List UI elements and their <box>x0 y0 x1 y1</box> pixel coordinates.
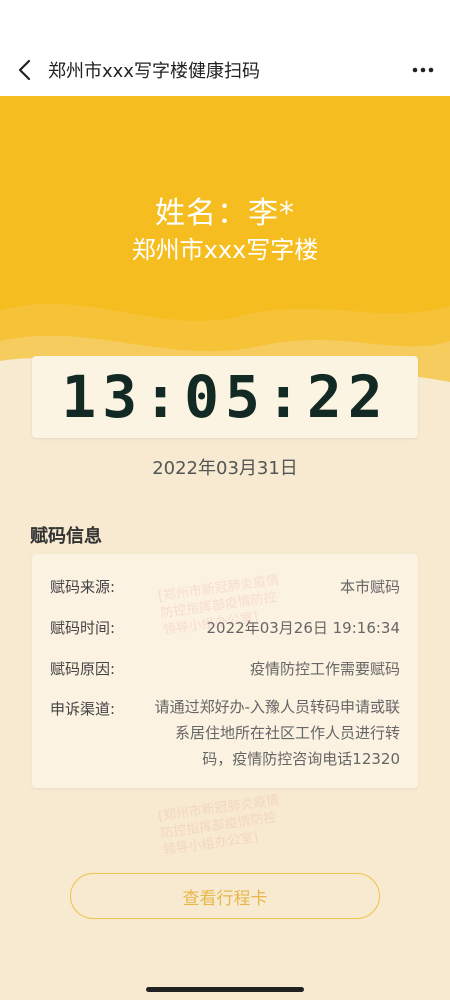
info-label: 赋码来源: <box>50 578 116 596</box>
current-time: 13:05:22 <box>61 363 389 431</box>
clock-card: 13:05:22 <box>32 356 418 438</box>
view-trip-card-button[interactable]: 查看行程卡 <box>70 873 380 919</box>
back-arrow-icon[interactable] <box>12 56 40 84</box>
more-options-icon[interactable] <box>410 58 436 82</box>
info-value: 疫情防控工作需要赋码 <box>249 660 400 678</box>
info-value: 请通过郑好办-入豫人员转码申请或联系居住地所在社区工作人员进行转码，疫情防控咨询… <box>154 698 400 768</box>
info-label: 赋码时间: <box>50 619 116 637</box>
current-date: 2022年03月31日 <box>152 458 298 479</box>
nav-bar: 郑州市xxx写字楼健康扫码 <box>0 44 450 96</box>
info-label: 申诉渠道: <box>50 700 116 718</box>
status-bar <box>0 0 450 44</box>
page-title: 郑州市xxx写字楼健康扫码 <box>48 61 260 82</box>
building-name: 郑州市xxx写字楼 <box>131 236 319 264</box>
hero-banner: 姓名：李* 郑州市xxx写字楼 <box>0 96 450 396</box>
home-indicator <box>146 987 304 992</box>
watermark: [郑州市新冠肺炎疫情 防控指挥部疫情防控 领导小组办公室] <box>157 792 281 859</box>
info-value: 2022年03月26日 19:16:34 <box>206 619 400 637</box>
info-label: 赋码原因: <box>50 660 116 678</box>
info-value: 本市赋码 <box>339 578 400 596</box>
person-name: 姓名：李* <box>155 196 295 231</box>
section-title-code-info: 赋码信息 <box>30 526 102 547</box>
code-info-card: 赋码来源: 本市赋码 赋码时间: 2022年03月26日 19:16:34 赋码… <box>32 554 418 788</box>
